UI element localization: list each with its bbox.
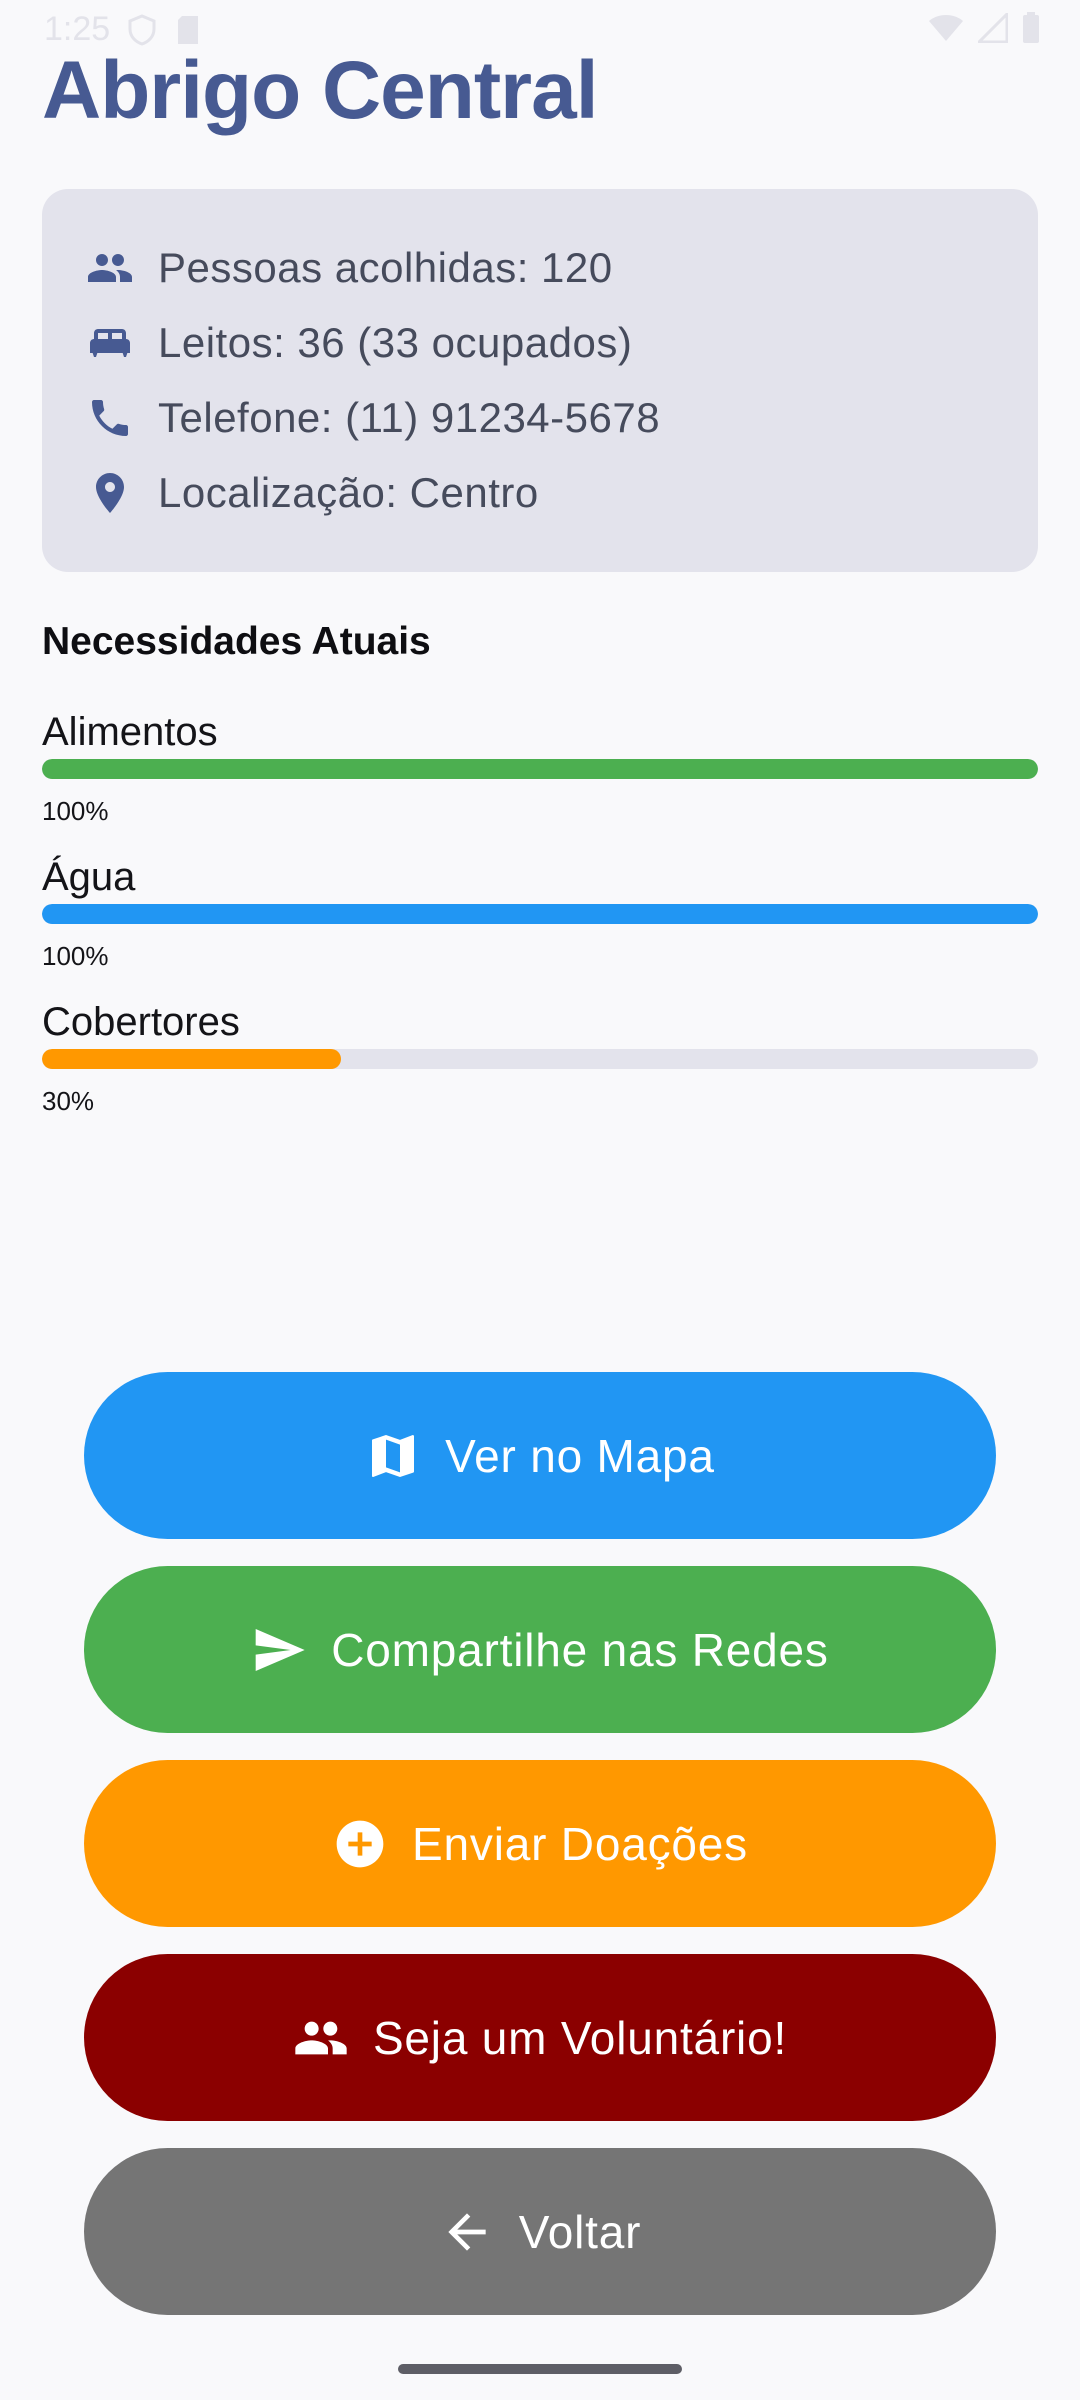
volunteer-label: Seja um Voluntário!	[372, 2011, 788, 2064]
people-icon	[293, 2010, 349, 2066]
back-button[interactable]: Voltar	[84, 2148, 996, 2315]
info-row-beds: Leitos: 36 (33 ocupados)	[86, 313, 632, 373]
arrow-back-icon	[439, 2204, 495, 2260]
share-social-button[interactable]: Compartilhe nas Redes	[84, 1566, 996, 1733]
share-social-label: Compartilhe nas Redes	[331, 1623, 829, 1676]
beds-text: Leitos: 36 (33 ocupados)	[158, 319, 633, 366]
phone-icon	[86, 394, 134, 442]
location-pin-icon	[86, 469, 134, 517]
need-progress-fill	[42, 1049, 341, 1069]
send-donations-label: Enviar Doações	[412, 1817, 748, 1870]
need-progress-water	[42, 904, 1038, 924]
status-right-icons	[928, 10, 1040, 49]
info-row-phone: Telefone: (11) 91234-5678	[86, 388, 660, 448]
need-label-water: Água	[42, 855, 136, 899]
screen: 1:25 Abrigo Central Pessoas acolhidas: 1…	[0, 0, 1080, 2400]
need-percent-food: 100%	[42, 796, 109, 826]
page-title: Abrigo Central	[42, 45, 598, 136]
need-progress-blankets	[42, 1049, 1038, 1069]
battery-icon	[1022, 12, 1040, 49]
people-count-text: Pessoas acolhidas: 120	[158, 244, 613, 291]
add-circle-icon	[332, 1816, 388, 1872]
back-label: Voltar	[518, 2205, 642, 2258]
need-label-blankets: Cobertores	[42, 1000, 240, 1044]
home-indicator[interactable]	[398, 2364, 682, 2374]
needs-section-title: Necessidades Atuais	[42, 620, 431, 663]
need-progress-fill	[42, 759, 1038, 779]
bed-icon	[86, 319, 134, 367]
wifi-icon	[928, 13, 964, 48]
info-card: Pessoas acolhidas: 120 Leitos: 36 (33 oc…	[42, 189, 1038, 572]
need-label-food: Alimentos	[42, 710, 218, 754]
info-row-people: Pessoas acolhidas: 120	[86, 238, 613, 298]
view-map-button[interactable]: Ver no Mapa	[84, 1372, 996, 1539]
need-percent-blankets: 30%	[42, 1086, 95, 1116]
info-row-location: Localização: Centro	[86, 463, 539, 523]
need-progress-food	[42, 759, 1038, 779]
phone-text: Telefone: (11) 91234-5678	[158, 394, 661, 441]
map-icon	[365, 1428, 421, 1484]
send-icon	[251, 1622, 307, 1678]
location-text: Localização: Centro	[158, 469, 539, 516]
need-progress-fill	[42, 904, 1038, 924]
people-icon	[86, 244, 134, 292]
view-map-label: Ver no Mapa	[445, 1429, 715, 1482]
need-percent-water: 100%	[42, 941, 109, 971]
signal-icon	[975, 10, 1009, 48]
volunteer-button[interactable]: Seja um Voluntário!	[84, 1954, 996, 2121]
send-donations-button[interactable]: Enviar Doações	[84, 1760, 996, 1927]
